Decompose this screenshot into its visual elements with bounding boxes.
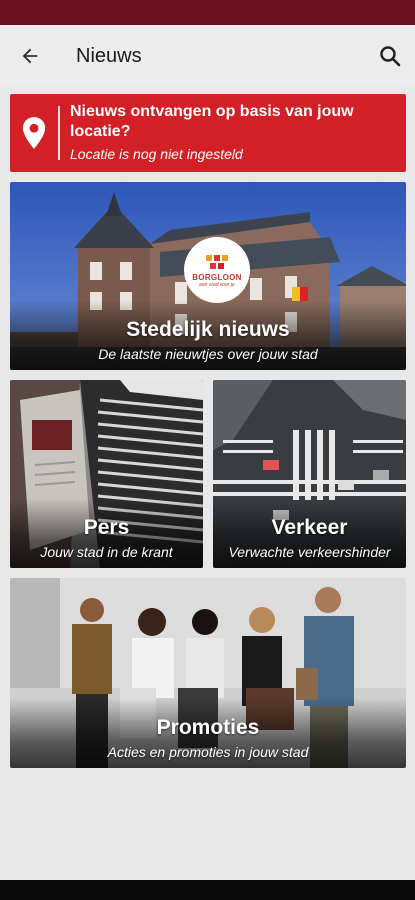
location-banner[interactable]: Nieuws ontvangen op basis van jouw locat… xyxy=(10,94,406,172)
banner-title: Nieuws ontvangen op basis van jouw locat… xyxy=(70,103,354,140)
back-button[interactable] xyxy=(0,25,60,87)
banner-text: Nieuws ontvangen op basis van jouw locat… xyxy=(70,102,406,164)
tile-pers[interactable]: Pers Jouw stad in de krant xyxy=(10,380,203,568)
tile-subtitle: Acties en promoties in jouw stad xyxy=(107,744,309,760)
logo-name: BORGLOON xyxy=(192,272,242,282)
page-title: Nieuws xyxy=(76,44,142,67)
tile-verkeer[interactable]: Verkeer Verwachte verkeershinder xyxy=(213,380,406,568)
tile-subtitle: Jouw stad in de krant xyxy=(40,544,173,560)
app-bar: Nieuws xyxy=(0,25,415,87)
tile-subtitle: Verwachte verkeershinder xyxy=(228,544,391,560)
search-button[interactable] xyxy=(365,25,415,87)
tile-title: Verkeer xyxy=(271,516,348,539)
borgloon-logo: BORGLOON een stad voor je xyxy=(184,237,250,303)
tile-subtitle: De laatste nieuwtjes over jouw stad xyxy=(98,346,318,362)
status-bar xyxy=(0,0,415,25)
system-nav-bar xyxy=(0,880,415,900)
logo-mark-icon xyxy=(206,254,228,269)
tile-promoties[interactable]: Promoties Acties en promoties in jouw st… xyxy=(10,578,406,768)
banner-icon-wrap xyxy=(10,94,58,172)
tile-title: Stedelijk nieuws xyxy=(126,318,290,341)
tile-title: Pers xyxy=(83,516,130,539)
location-pin-icon xyxy=(22,117,46,149)
banner-subtitle: Locatie is nog niet ingesteld xyxy=(70,146,243,162)
logo-tagline: een stad voor je xyxy=(199,281,235,288)
arrow-left-icon xyxy=(22,48,38,64)
banner-divider xyxy=(58,106,60,160)
search-icon xyxy=(380,46,401,67)
tile-title: Promoties xyxy=(156,716,260,739)
tile-stedelijk-nieuws[interactable]: BORGLOON een stad voor je Stedelijk nieu… xyxy=(10,182,406,370)
